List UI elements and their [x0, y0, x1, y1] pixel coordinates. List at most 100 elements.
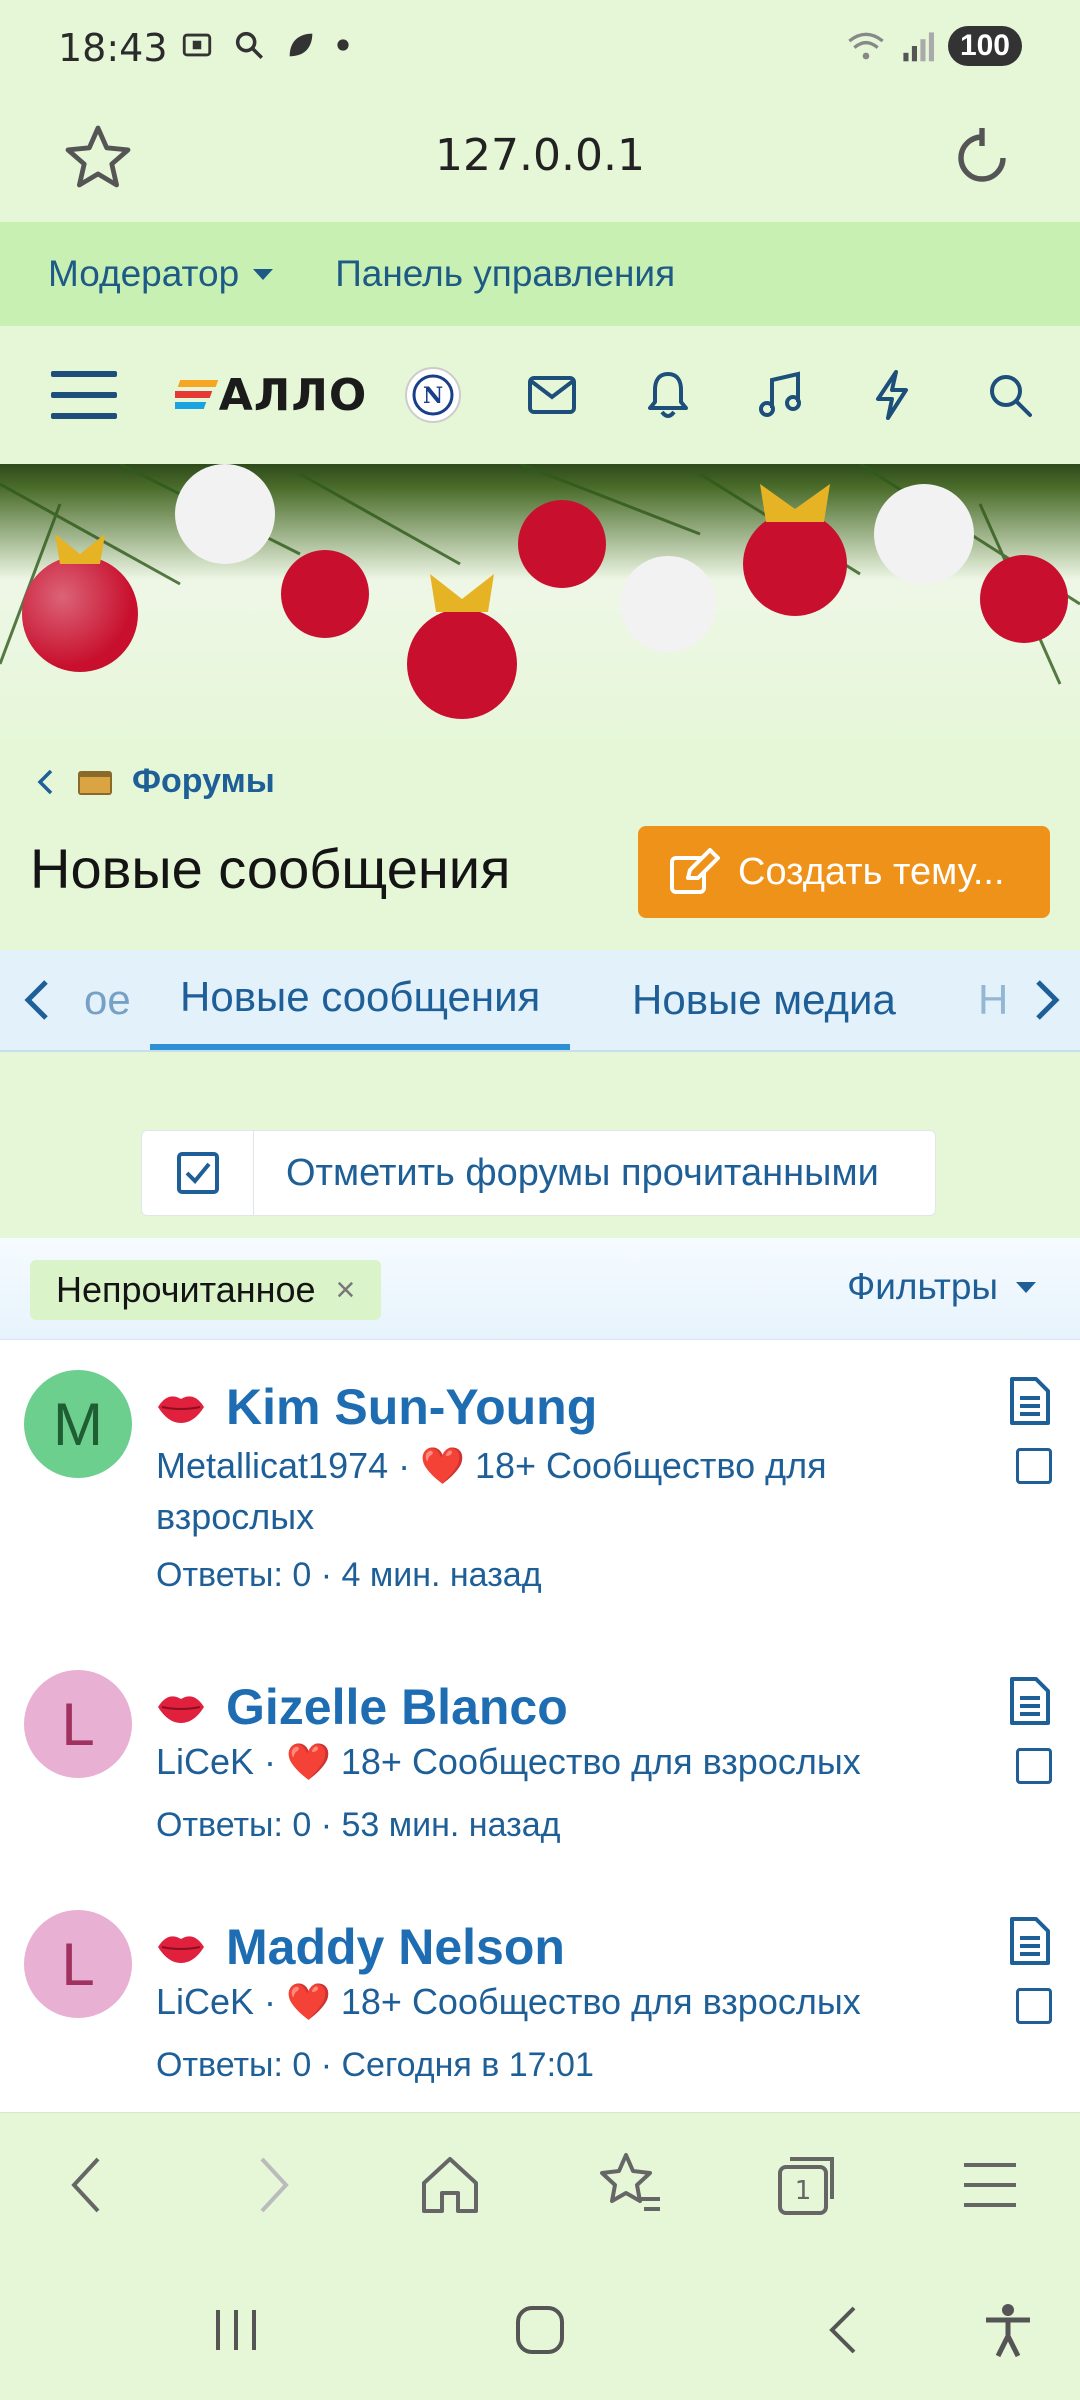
tab-new-media-label: Новые медиа — [632, 976, 896, 1023]
bookmarks-icon[interactable] — [594, 2149, 666, 2221]
tab-new-media[interactable]: Новые медиа — [632, 950, 896, 1050]
thread-select-checkbox[interactable] — [1016, 1748, 1052, 1784]
document-icon[interactable] — [1006, 1376, 1052, 1426]
logo-text: АЛЛО — [218, 369, 368, 421]
lips-icon — [158, 1936, 204, 1963]
alerts-button[interactable] — [628, 326, 708, 464]
lips-icon — [158, 1696, 204, 1723]
status-icons-left — [180, 28, 350, 62]
recent-apps-icon[interactable] — [206, 2300, 266, 2360]
mark-read-label: Отметить форумы прочитанными — [286, 1151, 879, 1194]
system-nav-bar — [0, 2256, 1080, 2400]
breadcrumb-label: Форумы — [132, 762, 275, 800]
thread-title-text: Kim Sun-Young — [226, 1379, 598, 1435]
url-text[interactable]: 127.0.0.1 — [0, 130, 1080, 181]
moderator-bar: Модератор Панель управления — [0, 222, 1080, 326]
napoli-logo-icon: N — [405, 367, 461, 423]
browser-top-area: 18:43 100 127.0.0.1 — [0, 0, 1080, 222]
search-icon — [990, 375, 1032, 417]
avatar[interactable]: L — [24, 1670, 132, 1778]
lips-icon — [158, 1396, 204, 1423]
thread-title[interactable]: Maddy Nelson — [156, 1918, 565, 1976]
chevron-left-icon — [37, 769, 53, 794]
tab-partial-left[interactable]: ое — [84, 950, 131, 1050]
system-back-icon[interactable] — [814, 2300, 874, 2360]
dot-icon — [337, 39, 349, 51]
bell-icon — [648, 372, 688, 418]
mark-forums-read-button[interactable]: Отметить форумы прочитанными — [141, 1130, 936, 1216]
forward-icon[interactable] — [236, 2149, 308, 2221]
thread-stats: Ответы: 0 · Сегодня в 17:01 — [156, 2046, 594, 2084]
christmas-ornaments-image — [0, 464, 1080, 719]
mark-read-checkbox — [142, 1130, 254, 1216]
document-icon[interactable] — [1006, 1676, 1052, 1726]
status-time: 18:43 — [58, 26, 168, 70]
thread-title[interactable]: Gizelle Blanco — [156, 1678, 568, 1736]
whats-new-button[interactable] — [852, 326, 932, 464]
browser-bottom-toolbar: 1 — [0, 2112, 1080, 2256]
breadcrumb[interactable]: Форумы — [34, 762, 275, 801]
thread-row[interactable]: L Gizelle Blanco LiCeK · ❤️ 18+ Сообщест… — [0, 1640, 1080, 1880]
site-nav-bar: АЛЛО N — [0, 326, 1080, 464]
menu-icon[interactable] — [954, 2149, 1026, 2221]
moderator-menu[interactable]: Модератор — [48, 253, 274, 295]
thread-meta: Metallicat1974 · ❤️ 18+ Сообщество для в… — [156, 1440, 916, 1542]
moderator-label: Модератор — [48, 253, 240, 294]
back-icon[interactable] — [52, 2149, 124, 2221]
thread-row[interactable]: M Kim Sun-Young Metallicat1974 · ❤️ 18+ … — [0, 1340, 1080, 1640]
accessibility-icon[interactable] — [978, 2300, 1038, 2360]
napoli-badge[interactable]: N — [398, 326, 468, 464]
tab-partial-right[interactable]: Н — [978, 950, 1008, 1050]
tabs-scroll-left-icon[interactable] — [10, 972, 66, 1028]
thread-select-checkbox[interactable] — [1016, 1988, 1052, 2024]
hamburger-menu-button[interactable] — [44, 326, 124, 464]
page-title: Новые сообщения — [30, 837, 511, 900]
avatar[interactable]: L — [24, 1910, 132, 2018]
thread-stats: Ответы: 0 · 53 мин. назад — [156, 1806, 561, 1844]
filters-menu[interactable]: Фильтры — [847, 1266, 1036, 1308]
tab-new-posts-label: Новые сообщения — [180, 973, 541, 1020]
avatar[interactable]: M — [24, 1370, 132, 1478]
reload-icon[interactable] — [946, 122, 1018, 194]
document-icon[interactable] — [1006, 1916, 1052, 1966]
url-bar: 127.0.0.1 — [0, 96, 1080, 222]
thread-title[interactable]: Kim Sun-Young — [156, 1378, 597, 1436]
edit-icon — [670, 848, 720, 894]
thread-title-text: Gizelle Blanco — [226, 1679, 568, 1735]
status-bar: 18:43 100 — [0, 0, 1080, 96]
thread-meta-text[interactable]: Metallicat1974 · ❤️ 18+ Сообщество для в… — [156, 1445, 827, 1537]
remove-filter-icon[interactable]: × — [336, 1271, 356, 1310]
site-logo[interactable]: АЛЛО — [166, 326, 376, 464]
inbox-button[interactable] — [512, 326, 592, 464]
whats-new-tabs: ое Новые сообщения Новые медиа Н — [0, 950, 1080, 1052]
thread-meta-text[interactable]: LiCeK · ❤️ 18+ Сообщество для взрослых — [156, 1981, 861, 2022]
svg-text:1: 1 — [795, 2176, 812, 2206]
screenshot-icon — [182, 33, 212, 57]
menu-icon — [51, 371, 117, 419]
control-panel-link[interactable]: Панель управления — [335, 253, 675, 295]
home-icon[interactable] — [414, 2149, 486, 2221]
thread-meta-text[interactable]: LiCeK · ❤️ 18+ Сообщество для взрослых — [156, 1741, 861, 1782]
create-thread-button[interactable]: Создать тему... — [638, 826, 1050, 918]
status-icons-right: 100 — [846, 26, 1022, 66]
tabs-icon[interactable]: 1 — [772, 2149, 844, 2221]
folder-icon — [78, 770, 112, 795]
thread-select-checkbox[interactable] — [1016, 1448, 1052, 1484]
unread-filter-chip[interactable]: Непрочитанное × — [30, 1260, 382, 1320]
unread-filter-label: Непрочитанное — [56, 1269, 316, 1310]
leaf-icon — [289, 33, 313, 57]
thread-row[interactable]: L Maddy Nelson LiCeK · ❤️ 18+ Сообщество… — [0, 1880, 1080, 2112]
avatar-letter: M — [53, 1390, 103, 1458]
thread-meta: LiCeK · ❤️ 18+ Сообщество для взрослых — [156, 1976, 916, 2027]
avatar-letter: L — [61, 1930, 95, 1998]
chevron-down-icon — [253, 268, 274, 280]
tabs-scroll-right-icon[interactable] — [1018, 972, 1074, 1028]
create-thread-label: Создать тему... — [738, 850, 1005, 893]
music-button[interactable] — [740, 326, 820, 464]
tab-new-posts[interactable]: Новые сообщения — [150, 950, 571, 1050]
home-button-icon[interactable] — [510, 2300, 570, 2360]
filter-bar: Непрочитанное × Фильтры — [0, 1238, 1080, 1340]
search-button[interactable] — [970, 326, 1050, 464]
chevron-down-icon — [1016, 1281, 1036, 1293]
svg-text:N: N — [423, 383, 443, 409]
